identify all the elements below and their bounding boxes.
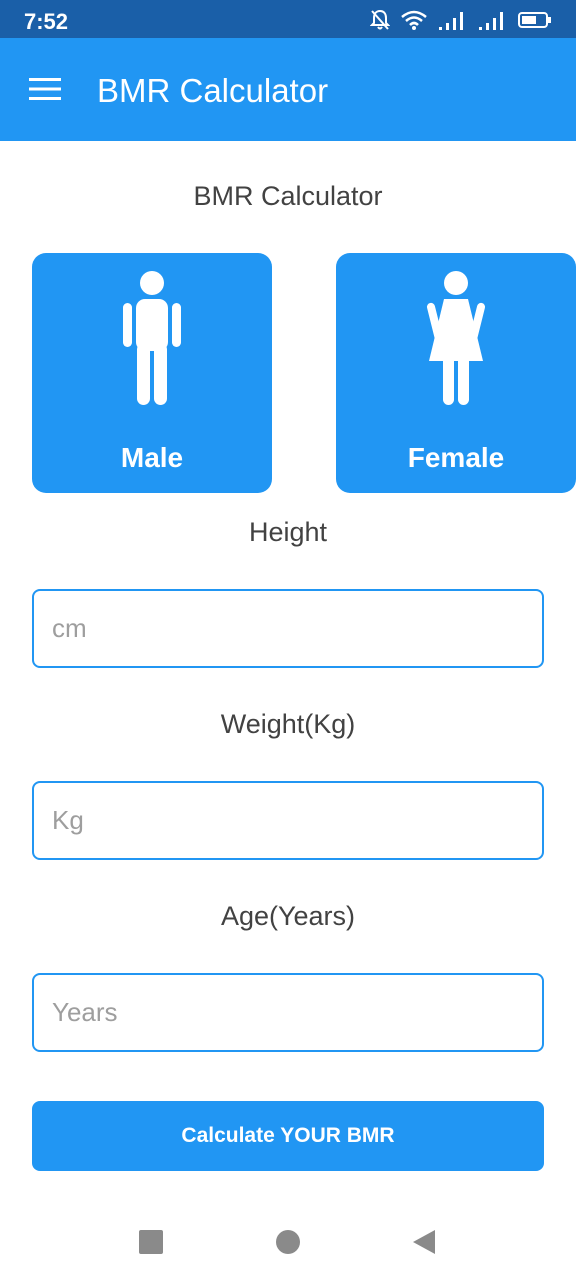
recents-square-icon[interactable] [136,1227,166,1257]
page-title: BMR Calculator [193,181,383,211]
male-figure-icon [123,271,181,405]
app-title: BMR Calculator [97,72,329,109]
home-circle-icon[interactable] [273,1227,303,1257]
status-bar: 7:52 [0,0,576,38]
system-nav-bar [0,1200,576,1280]
weight-input[interactable] [32,781,544,860]
height-input[interactable] [32,589,544,668]
status-icons [370,9,552,31]
back-triangle-icon[interactable] [409,1227,439,1257]
female-button[interactable]: Female [336,253,576,493]
status-time: 7:52 [24,9,69,34]
calculate-bmr-button[interactable]: Calculate YOUR BMR [32,1101,544,1171]
age-input[interactable] [32,973,544,1052]
male-button[interactable]: Male [32,253,272,493]
weight-label: Weight(Kg) [220,709,356,739]
age-label: Age(Years) [220,901,356,931]
battery-icon [518,12,551,28]
height-label: Height [248,517,328,547]
signal-icon [439,12,463,30]
signal-icon [479,12,503,30]
wifi-icon [401,10,427,30]
hamburger-menu-button[interactable] [22,66,68,112]
bell-off-icon [370,9,390,30]
male-label: Male [120,442,184,473]
female-label: Female [407,442,505,473]
app-bar: BMR Calculator [0,38,576,141]
female-figure-icon [426,271,486,405]
hamburger-menu-icon [29,78,61,100]
